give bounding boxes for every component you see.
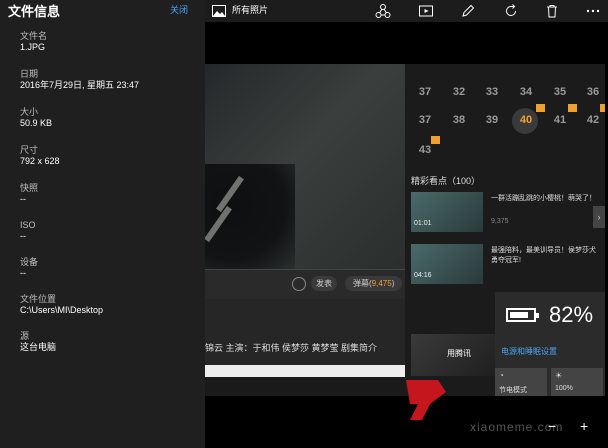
video-meta: 锦云 主演：于和伟 侯梦莎 黄梦莹 剧集简介	[205, 299, 405, 365]
field-label: ISO	[20, 220, 36, 230]
more-icon[interactable]	[585, 3, 601, 19]
field-value: --	[20, 268, 26, 278]
danmu-prefix: 弹幕(	[353, 279, 372, 288]
field-label: 文件位置	[20, 294, 57, 304]
top-toolbar: 所有照片	[205, 0, 608, 22]
episode-badge	[536, 104, 545, 112]
episode-number: 43	[418, 144, 432, 156]
field-iso: ISO --	[20, 220, 36, 242]
field-source: 源 这台电脑	[20, 331, 56, 353]
slideshow-icon[interactable]	[418, 3, 434, 19]
field-value: --	[20, 194, 26, 204]
field-value: 这台电脑	[20, 342, 57, 352]
cast-line: 锦云 主演：于和伟 侯梦莎 黄梦莹 剧集简介	[205, 343, 378, 353]
danmu-count: 9,475	[371, 279, 392, 288]
field-label: 源	[20, 331, 30, 341]
field-label: 大小	[20, 107, 39, 117]
field-snapshot: 快照 --	[20, 183, 38, 205]
rotate-icon[interactable]	[503, 3, 519, 19]
episode-number: 32	[452, 86, 466, 98]
highlights-title: 精彩看点（100）	[411, 176, 481, 186]
field-value: 50.9 KB	[20, 118, 53, 128]
emoji-icon	[292, 277, 306, 291]
field-device: 设备 --	[20, 257, 38, 279]
episode-number: 36	[586, 86, 600, 98]
file-info-title: 文件信息	[8, 4, 61, 19]
highlight-item: 04:16 最强陪料，最美训导员！侯梦莎犬勇夺冠军!	[411, 244, 601, 288]
field-label: 尺寸	[20, 145, 39, 155]
danmu-button: 弹幕(9,475)	[345, 276, 403, 291]
episode-number: 39	[485, 114, 499, 126]
zoom-in-button[interactable]: +	[580, 418, 588, 434]
episode-number: 37	[418, 86, 432, 98]
episode-number: 33	[485, 86, 499, 98]
all-photos-button[interactable]: 所有照片	[212, 3, 269, 17]
comment-bar: 发表 弹幕(9,475)	[205, 269, 405, 299]
episode-badge	[600, 104, 605, 112]
field-value: 792 x 628	[20, 156, 60, 166]
share-icon[interactable]	[375, 3, 391, 19]
field-label: 文件名	[20, 31, 48, 41]
field-size: 大小 50.9 KB	[20, 107, 52, 129]
field-value: 1.JPG	[20, 42, 46, 52]
video-figure	[205, 164, 295, 269]
battery-icon	[506, 308, 539, 322]
field-label: 设备	[20, 257, 39, 267]
episode-number: 42	[586, 114, 600, 126]
highlight-time: 01:01	[414, 220, 432, 227]
danmu-suffix: )	[391, 279, 395, 288]
file-info-panel: 文件信息 关闭 文件名 1.JPG 日期 2016年7月29日, 星期五 23:…	[0, 0, 205, 448]
highlight-text: 一群活蹦乱跳的小樱桃！萌哭了！	[491, 195, 596, 202]
chevron-right-icon: ›	[593, 206, 605, 228]
delete-icon[interactable]	[544, 3, 560, 19]
figure-stripe	[205, 205, 232, 243]
field-label: 快照	[20, 183, 39, 193]
power-settings-link: 电源和睡眠设置	[501, 347, 557, 356]
field-date: 日期 2016年7月29日, 星期五 23:47	[20, 69, 139, 91]
episode-number: 38	[452, 114, 466, 126]
episode-number: 37	[418, 114, 432, 126]
zoom-out-button[interactable]: −	[548, 418, 556, 434]
close-button[interactable]: 关闭	[170, 3, 188, 16]
field-location: 文件位置 C:\Users\MI\Desktop	[20, 294, 103, 316]
episode-number: 35	[553, 86, 567, 98]
video-frame	[205, 64, 405, 269]
photo-image: 发表 弹幕(9,475) 锦云 主演：于和伟 侯梦莎 黄梦莹 剧集简介 37 3…	[205, 64, 605, 396]
all-photos-label: 所有照片	[232, 5, 269, 15]
battery-percent: 82%	[549, 302, 594, 327]
episode-badge	[568, 104, 577, 112]
white-strip	[205, 365, 405, 377]
highlight-time: 04:16	[414, 272, 432, 279]
episode-number: 34	[519, 86, 533, 98]
photo-icon	[212, 4, 226, 17]
field-filename: 文件名 1.JPG	[20, 31, 47, 53]
episode-badge	[431, 136, 440, 144]
field-value[interactable]: C:\Users\MI\Desktop	[20, 305, 103, 316]
episode-number: 41	[553, 114, 567, 126]
field-value: --	[20, 231, 26, 241]
figure-stripe	[216, 175, 244, 213]
watermark-logo-icon	[406, 380, 446, 420]
highlight-item: 01:01 一群活蹦乱跳的小樱桃！萌哭了！ 9,375	[411, 192, 601, 236]
file-info-header: 文件信息 关闭	[0, 0, 205, 22]
field-value: 2016年7月29日, 星期五 23:47	[20, 80, 140, 90]
edit-icon[interactable]	[460, 3, 476, 19]
highlight-views: 9,375	[491, 218, 509, 225]
highlight-text: 最强陪料，最美训导员！侯梦莎犬勇夺冠军!	[491, 247, 596, 264]
news-label: 用腾讯	[447, 349, 471, 358]
site-watermark: xiaomeme.com	[390, 370, 608, 448]
field-label: 日期	[20, 69, 39, 79]
send-button: 发表	[311, 276, 337, 291]
photos-app-window: 文件信息 关闭 文件名 1.JPG 日期 2016年7月29日, 星期五 23:…	[0, 0, 608, 448]
episode-number-active: 40	[519, 114, 533, 126]
battery-fill	[510, 312, 528, 318]
field-dimensions: 尺寸 792 x 628	[20, 145, 60, 167]
